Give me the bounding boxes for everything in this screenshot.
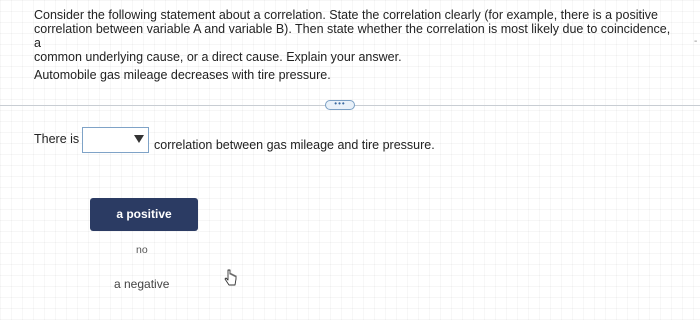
question-line-3: common underlying cause, or a direct cau… (34, 50, 402, 64)
dropdown-menu: a positive no a negative (82, 158, 206, 308)
option-a-negative[interactable]: a negative (114, 277, 169, 291)
answer-suffix: correlation between gas mileage and tire… (154, 138, 435, 152)
scroll-edge-marker: - (694, 36, 698, 47)
expand-more-button[interactable]: ••• (325, 100, 355, 110)
correlation-select[interactable] (82, 127, 149, 153)
answer-prefix: There is (34, 132, 80, 146)
mouse-cursor-icon (224, 269, 237, 286)
correlation-statement: Automobile gas mileage decreases with ti… (34, 68, 331, 82)
option-a-positive[interactable]: a positive (90, 198, 198, 231)
question-line-1: Consider the following statement about a… (34, 8, 658, 22)
dropdown-arrow-icon[interactable] (134, 135, 144, 143)
option-no[interactable]: no (136, 244, 148, 256)
question-text: Consider the following statement about a… (34, 8, 674, 82)
question-line-2: correlation between variable A and varia… (34, 22, 671, 50)
